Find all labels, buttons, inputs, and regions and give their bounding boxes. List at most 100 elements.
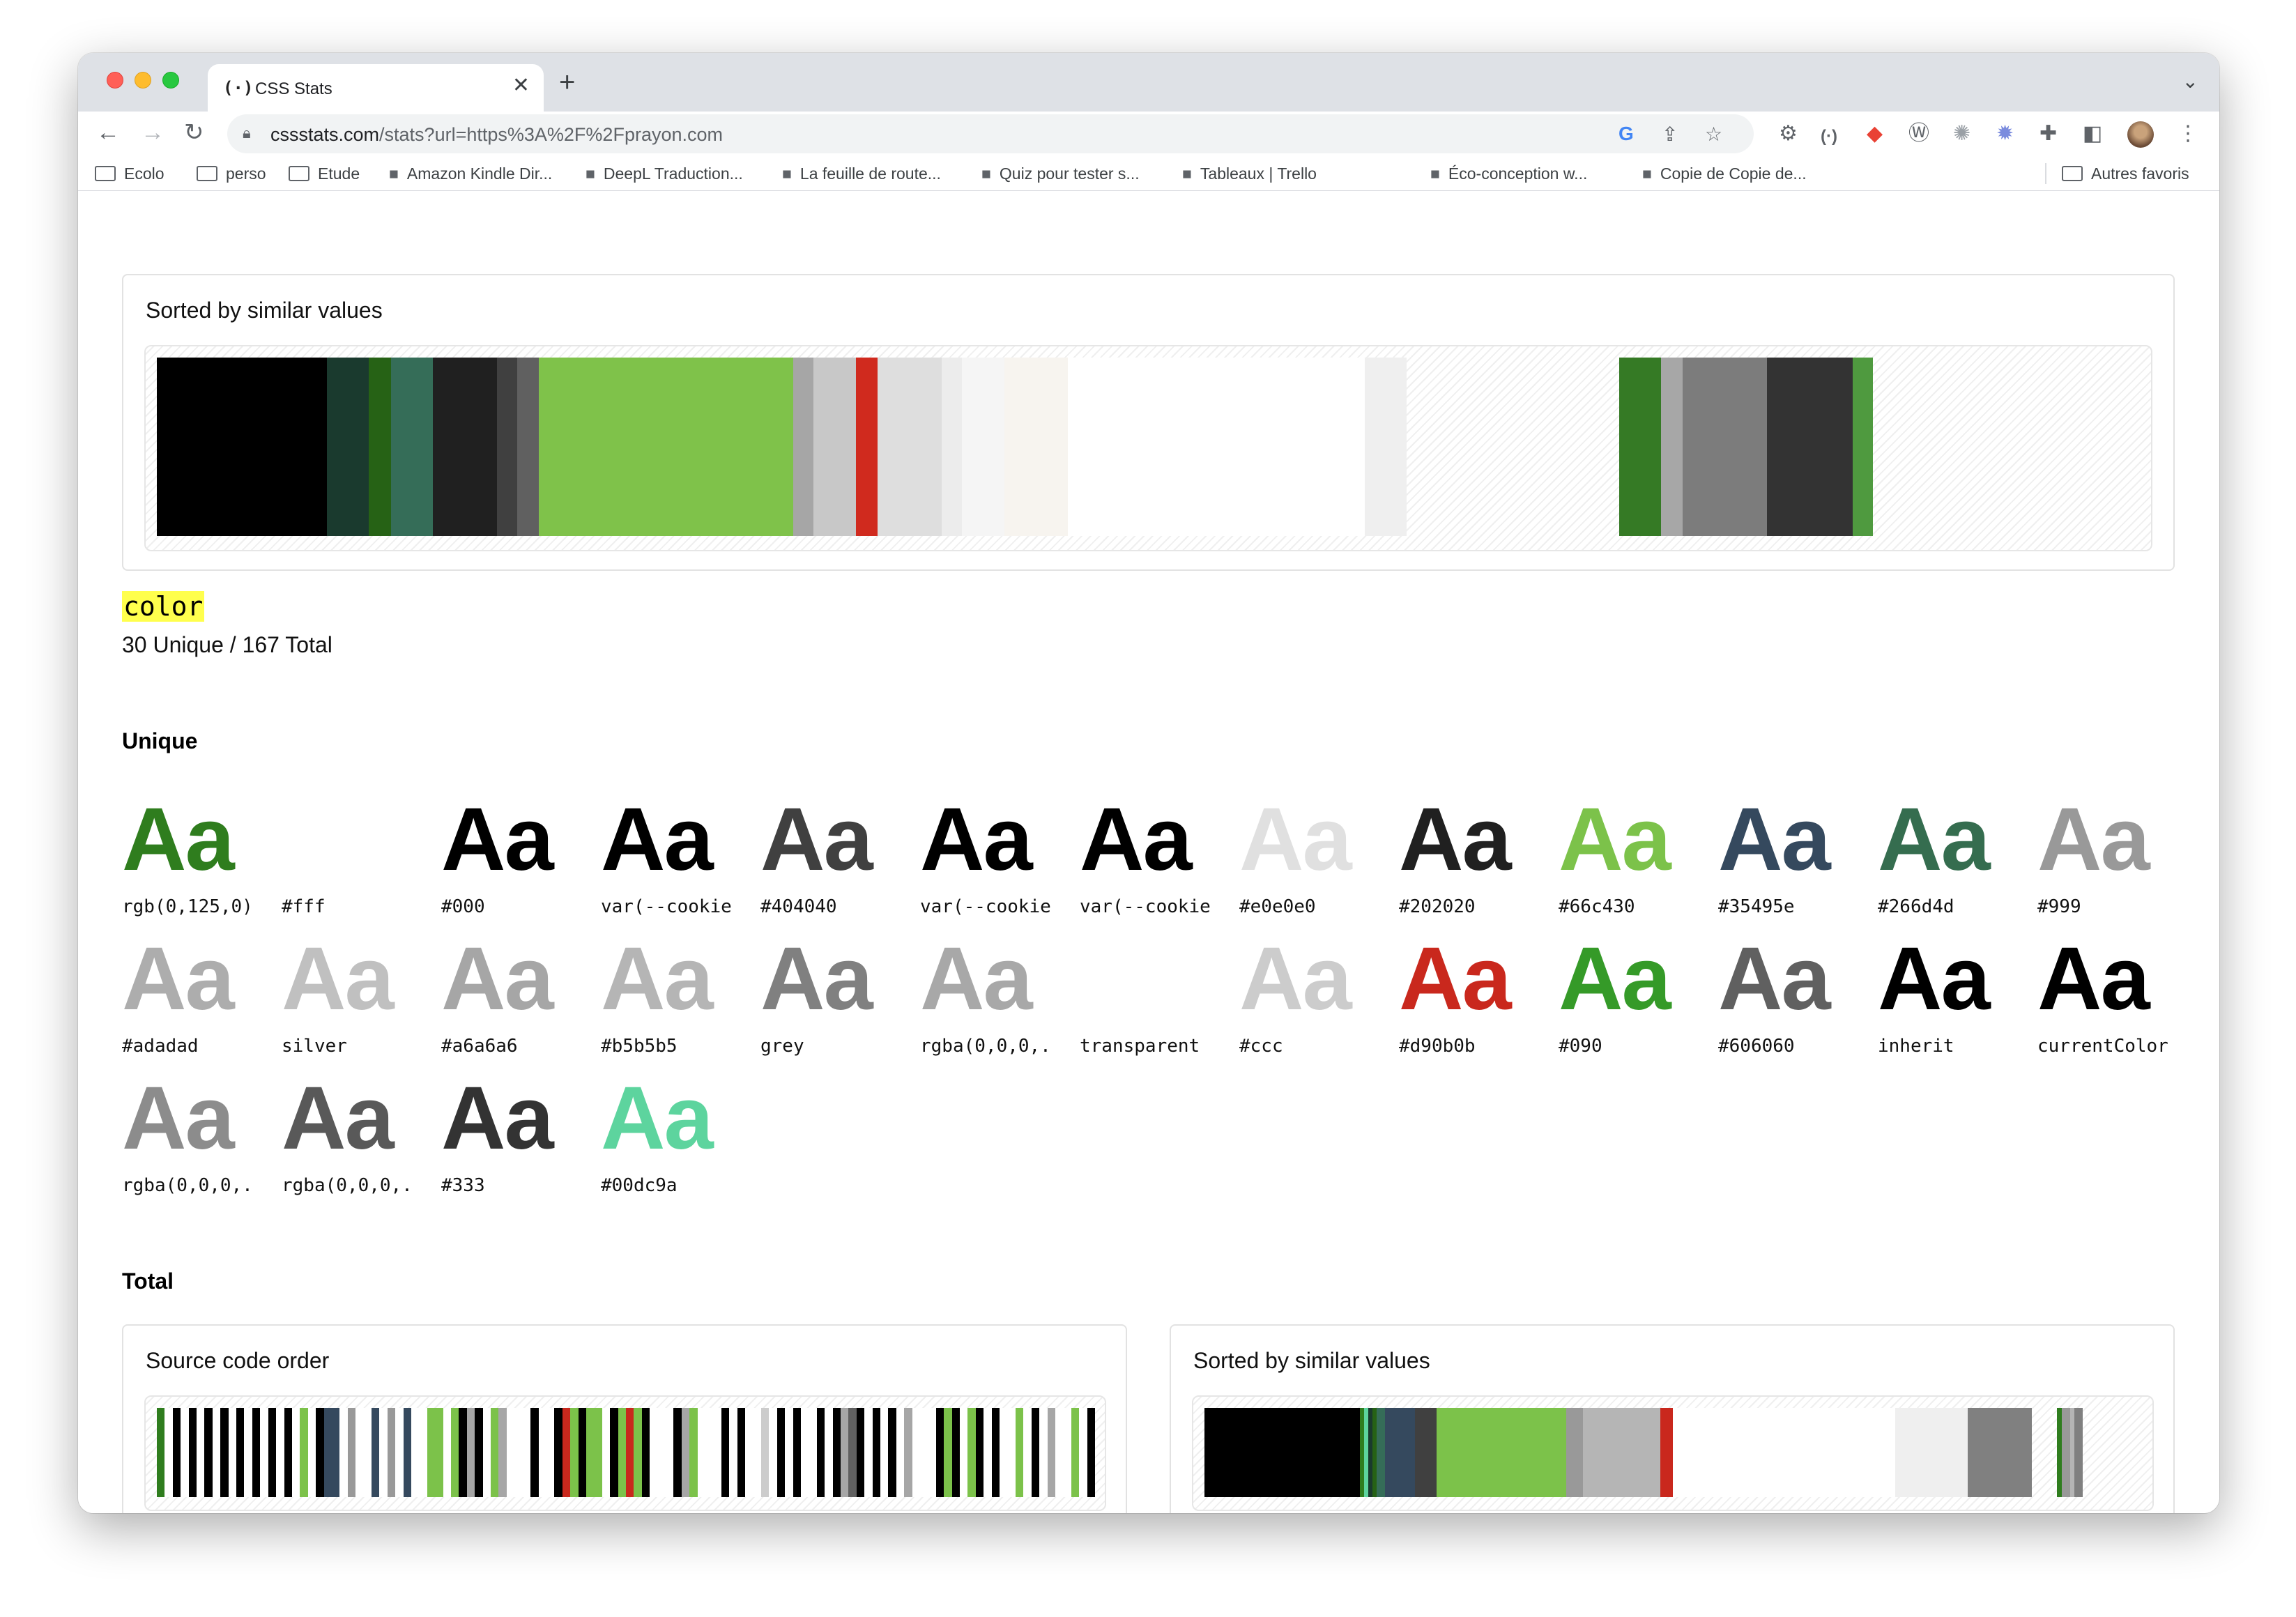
swatch-label: silver xyxy=(282,1036,347,1057)
color-segment xyxy=(316,1408,324,1497)
bookmark-ecolo[interactable]: Ecolo xyxy=(95,164,164,183)
other-bookmarks-folder[interactable]: Autres favoris xyxy=(2062,164,2189,183)
more-menu-icon[interactable]: ⋮ xyxy=(2178,123,2198,145)
swatch-sample: Aa xyxy=(601,929,714,1029)
swatch-label: #35495e xyxy=(1718,896,1795,917)
canva-icon: ■ xyxy=(1642,164,1652,183)
swatch-sample: Aa xyxy=(1718,790,1831,889)
color-segment xyxy=(1007,1408,1016,1497)
google-translate-icon[interactable]: G xyxy=(1618,123,1634,145)
reload-icon[interactable]: ↻ xyxy=(184,120,204,145)
maximize-window-button[interactable] xyxy=(162,72,179,89)
color-swatch: Aa #000 xyxy=(441,788,588,920)
bookmark-tableaux-trello[interactable]: ■ Tableaux | Trello xyxy=(1182,164,1317,183)
color-segment xyxy=(650,1408,658,1497)
unique-heading: Unique xyxy=(122,728,198,753)
puzzle-extensions-icon[interactable]: ✚ xyxy=(2039,123,2057,145)
share-icon[interactable]: ⇪ xyxy=(1662,123,1678,146)
bookmark-quiz-pour-tester-s[interactable]: ■ Quiz pour tester s... xyxy=(981,164,1140,183)
close-tab-icon[interactable]: ✕ xyxy=(512,75,530,96)
swatch-sample: Aa xyxy=(282,1068,395,1168)
color-swatch: Aa #00dc9a xyxy=(601,1066,747,1199)
total-heading: Total xyxy=(122,1269,174,1294)
bookmark-label: Amazon Kindle Dir... xyxy=(406,164,553,183)
color-swatch: Aa rgb(0,125,0) xyxy=(122,788,268,920)
color-swatch: Aa #d90b0b xyxy=(1399,927,1545,1059)
bookmark-etude[interactable]: Etude xyxy=(289,164,360,183)
browser-window: (·) CSS Stats ✕ + ⌄ ← → ↻ 🔒︎ cssstats.co… xyxy=(78,53,2219,1513)
bookmark-copie-de-copie-de[interactable]: ■ Copie de Copie de... xyxy=(1642,164,1807,183)
bookmark-label: DeepL Traduction... xyxy=(603,164,743,183)
swatch-label: rgba(0,0,0,. xyxy=(122,1175,253,1196)
color-segment xyxy=(331,1408,340,1497)
side-panel-icon[interactable]: ◧ xyxy=(2083,123,2102,145)
sparkle-extension-icon[interactable]: ✹ xyxy=(1996,123,2014,145)
color-segment xyxy=(1004,358,1069,536)
color-segment xyxy=(848,1408,857,1497)
total-sorted-strip-frame xyxy=(1192,1395,2154,1511)
color-segment xyxy=(689,1408,698,1497)
close-window-button[interactable] xyxy=(107,72,123,89)
swatch-label: #66c430 xyxy=(1559,896,1635,917)
swatch-sample: Aa xyxy=(1080,927,1191,1032)
color-segment xyxy=(427,1408,436,1497)
swatch-sample: Aa xyxy=(1718,929,1831,1029)
color-segment xyxy=(1618,358,1661,536)
forward-arrow-icon[interactable]: → xyxy=(141,120,164,145)
color-segment xyxy=(2032,1408,2058,1497)
profile-avatar[interactable] xyxy=(2127,121,2154,148)
color-segment xyxy=(1063,1408,1071,1497)
swatch-label: #e0e0e0 xyxy=(1239,896,1316,917)
color-segment xyxy=(785,1408,793,1497)
color-segment xyxy=(2061,1408,2070,1497)
trello-icon: ■ xyxy=(1182,164,1192,183)
color-swatch: Aa #ccc xyxy=(1239,927,1386,1059)
color-segment xyxy=(793,1408,801,1497)
wordpress-extension-icon[interactable]: Ⓦ xyxy=(1908,123,1929,145)
bookmark--co-conception-w[interactable]: ■ Éco-conception w... xyxy=(1430,164,1587,183)
color-segment xyxy=(1660,358,1683,536)
bookmark-deepl-traduction[interactable]: ■ DeepL Traduction... xyxy=(586,164,743,183)
color-segment xyxy=(880,1408,889,1497)
bookmark-star-icon[interactable]: ☆ xyxy=(1705,123,1722,146)
color-segment xyxy=(181,1408,189,1497)
color-segment xyxy=(1566,1408,1584,1497)
gear-extension-icon[interactable]: ⚙ xyxy=(1779,123,1798,145)
bookmark-la-feuille-de-route[interactable]: ■ La feuille de route... xyxy=(782,164,941,183)
color-segment xyxy=(379,1408,388,1497)
swatch-label: #b5b5b5 xyxy=(601,1036,678,1057)
color-segment xyxy=(1071,1408,1080,1497)
back-arrow-icon[interactable]: ← xyxy=(96,120,120,145)
color-segment xyxy=(291,1408,300,1497)
color-segment xyxy=(522,1408,531,1497)
color-segment xyxy=(466,1408,475,1497)
bookmark-label: Tableaux | Trello xyxy=(1200,164,1317,183)
card-title: Sorted by similar values xyxy=(1193,1348,1430,1373)
tab-search-chevron-icon[interactable]: ⌄ xyxy=(2182,70,2198,93)
cssstats-extension-icon[interactable]: (·) xyxy=(1821,125,1837,148)
settings-extension-icon[interactable]: ✺ xyxy=(1953,123,1970,145)
color-segment xyxy=(1039,1408,1048,1497)
color-segment xyxy=(371,1408,380,1497)
bookmark-perso[interactable]: perso xyxy=(197,164,266,183)
color-segment xyxy=(1436,1408,1566,1497)
amazon-icon: ■ xyxy=(389,164,399,183)
minimize-window-button[interactable] xyxy=(135,72,151,89)
address-bar[interactable]: 🔒︎ cssstats.com/stats?url=https%3A%2F%2F… xyxy=(227,114,1754,153)
bookmark-amazon-kindle-dir[interactable]: ■ Amazon Kindle Dir... xyxy=(389,164,552,183)
swatch-label: #404040 xyxy=(760,896,837,917)
color-segment xyxy=(390,358,434,536)
url-text[interactable]: cssstats.com/stats?url=https%3A%2F%2Fpra… xyxy=(270,124,723,146)
color-segment xyxy=(657,1408,666,1497)
color-segment xyxy=(816,1408,825,1497)
swatch-label: inherit xyxy=(1878,1036,1954,1057)
color-extension-icon[interactable]: ◆ xyxy=(1867,123,1883,145)
url-path: /stats?url=https%3A%2F%2Fprayon.com xyxy=(379,124,724,145)
new-tab-button[interactable]: + xyxy=(559,68,575,96)
color-segment xyxy=(721,1408,730,1497)
color-swatch: Aa rgba(0,0,0,. xyxy=(282,1066,428,1199)
swatch-sample: Aa xyxy=(1239,790,1352,889)
color-segment xyxy=(284,1408,292,1497)
tab-css-stats[interactable]: (·) CSS Stats ✕ xyxy=(208,64,544,112)
lock-icon[interactable]: 🔒︎ xyxy=(243,124,251,142)
